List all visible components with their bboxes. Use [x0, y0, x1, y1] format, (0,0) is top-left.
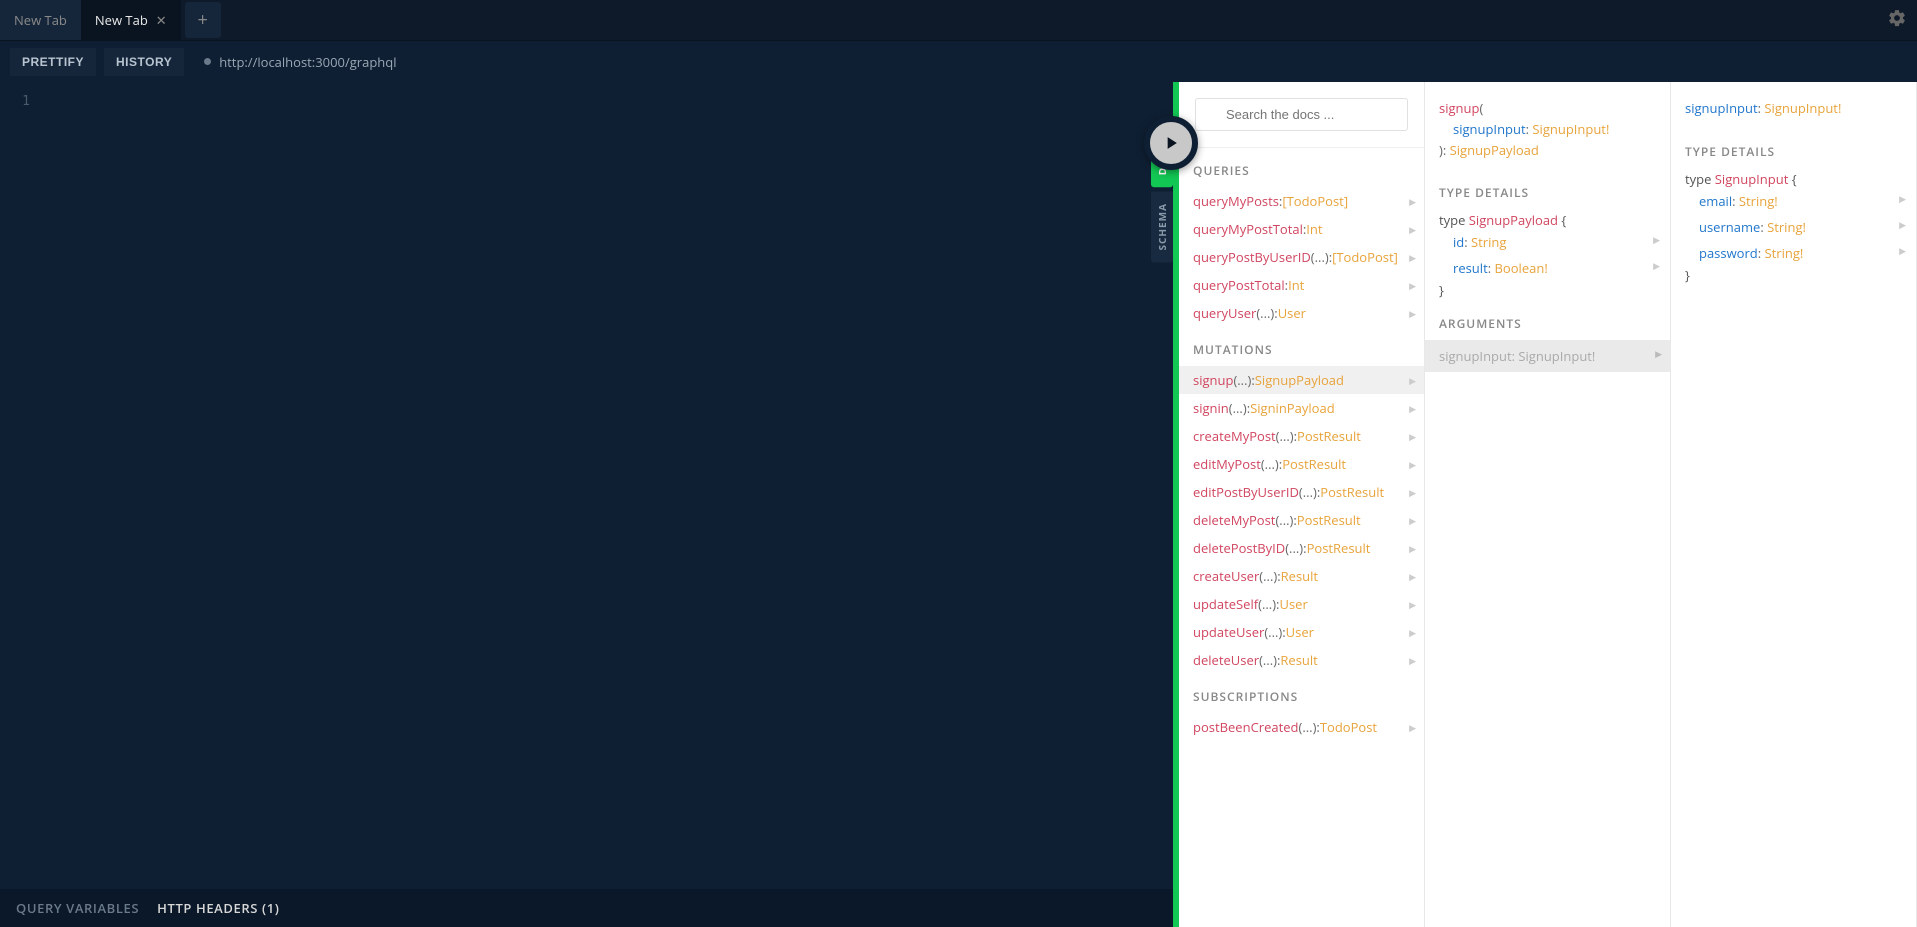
- mutation-row[interactable]: signin(...): SigninPayload▶: [1179, 394, 1424, 422]
- docs-column-root: QUERIES queryMyPosts: [TodoPost]▶queryMy…: [1179, 82, 1425, 927]
- chevron-right-icon: ▶: [1409, 514, 1416, 527]
- history-button[interactable]: HISTORY: [104, 48, 184, 76]
- chevron-right-icon: ▶: [1409, 223, 1416, 236]
- query-row[interactable]: queryPostByUserID(...): [TodoPost]▶: [1179, 243, 1424, 271]
- tab-active[interactable]: New Tab ✕: [81, 0, 181, 40]
- query-row[interactable]: queryUser(...): User▶: [1179, 299, 1424, 327]
- chevron-right-icon: ▶: [1899, 218, 1906, 231]
- chevron-right-icon: ▶: [1899, 192, 1906, 205]
- type-definition: type SignupPayload { id: String▶result: …: [1425, 209, 1670, 301]
- play-icon: [1161, 133, 1181, 153]
- search-input[interactable]: [1195, 98, 1408, 131]
- section-subscriptions: SUBSCRIPTIONS: [1179, 674, 1424, 713]
- code-area[interactable]: [40, 82, 1173, 889]
- query-row[interactable]: queryPostTotal: Int▶: [1179, 271, 1424, 299]
- docs-column-detail: signup( signupInput: SignupInput! ): Sig…: [1425, 82, 1671, 927]
- chevron-right-icon: ▶: [1653, 259, 1660, 272]
- argument-row-selected[interactable]: signupInput: SignupInput! ▶: [1425, 340, 1670, 372]
- mutation-row[interactable]: deleteUser(...): Result▶: [1179, 646, 1424, 674]
- endpoint-url: http://localhost:3000/graphql: [219, 53, 396, 71]
- mutation-row[interactable]: editPostByUserID(...): PostResult▶: [1179, 478, 1424, 506]
- query-row[interactable]: queryMyPosts: [TodoPost]▶: [1179, 187, 1424, 215]
- chevron-right-icon: ▶: [1409, 654, 1416, 667]
- query-row[interactable]: queryMyPostTotal: Int▶: [1179, 215, 1424, 243]
- tab-http-headers[interactable]: HTTP HEADERS (1): [157, 899, 279, 917]
- tab-schema[interactable]: SCHEMA: [1151, 191, 1173, 262]
- status-dot-icon: [204, 58, 211, 65]
- chevron-right-icon: ▶: [1409, 626, 1416, 639]
- mutation-row[interactable]: createUser(...): Result▶: [1179, 562, 1424, 590]
- field-row[interactable]: id: String▶: [1439, 229, 1656, 255]
- type-header: signupInput: SignupInput!: [1671, 82, 1916, 129]
- chevron-right-icon: ▶: [1899, 244, 1906, 257]
- query-editor: 1 QUERY VARIABLES HTTP HEADERS (1): [0, 82, 1173, 927]
- chevron-right-icon: ▶: [1655, 347, 1662, 360]
- chevron-right-icon: ▶: [1409, 374, 1416, 387]
- prettify-button[interactable]: PRETTIFY: [10, 48, 96, 76]
- chevron-right-icon: ▶: [1409, 402, 1416, 415]
- type-definition-2: type SignupInput { email: String!▶userna…: [1671, 168, 1916, 286]
- field-row[interactable]: email: String!▶: [1685, 188, 1902, 214]
- mutation-row[interactable]: updateSelf(...): User▶: [1179, 590, 1424, 618]
- line-gutter: 1: [0, 82, 40, 889]
- mutation-row[interactable]: editMyPost(...): PostResult▶: [1179, 450, 1424, 478]
- subscription-row[interactable]: postBeenCreated(...): TodoPost▶: [1179, 713, 1424, 741]
- toolbar: PRETTIFY HISTORY http://localhost:3000/g…: [0, 40, 1917, 82]
- field-row[interactable]: password: String!▶: [1685, 240, 1902, 266]
- chevron-right-icon: ▶: [1409, 430, 1416, 443]
- endpoint-input[interactable]: http://localhost:3000/graphql: [192, 53, 1907, 71]
- editor-footer: QUERY VARIABLES HTTP HEADERS (1): [0, 889, 1173, 927]
- tab-inactive[interactable]: New Tab: [0, 0, 81, 40]
- chevron-right-icon: ▶: [1409, 721, 1416, 734]
- mutation-row[interactable]: deletePostByID(...): PostResult▶: [1179, 534, 1424, 562]
- mutation-row[interactable]: updateUser(...): User▶: [1179, 618, 1424, 646]
- close-icon[interactable]: ✕: [156, 11, 167, 29]
- chevron-right-icon: ▶: [1409, 195, 1416, 208]
- add-tab-button[interactable]: +: [185, 2, 221, 38]
- docs-divider[interactable]: DOCS SCHEMA: [1173, 82, 1179, 927]
- section-type-details: TYPE DETAILS: [1425, 170, 1670, 209]
- gear-icon: [1887, 8, 1907, 28]
- docs-column-type: signupInput: SignupInput! TYPE DETAILS t…: [1671, 82, 1917, 927]
- settings-button[interactable]: [1887, 8, 1907, 33]
- chevron-right-icon: ▶: [1409, 307, 1416, 320]
- section-queries: QUERIES: [1179, 148, 1424, 187]
- signature: signup( signupInput: SignupInput! ): Sig…: [1425, 82, 1670, 170]
- section-type-details-2: TYPE DETAILS: [1671, 129, 1916, 168]
- tab-label: New Tab: [14, 11, 67, 29]
- chevron-right-icon: ▶: [1409, 251, 1416, 264]
- docs-panel: QUERIES queryMyPosts: [TodoPost]▶queryMy…: [1179, 82, 1917, 927]
- mutation-row[interactable]: signup(...): SignupPayload▶: [1179, 366, 1424, 394]
- chevron-right-icon: ▶: [1409, 486, 1416, 499]
- chevron-right-icon: ▶: [1409, 458, 1416, 471]
- tab-query-variables[interactable]: QUERY VARIABLES: [16, 899, 139, 917]
- tabs-bar: New Tab New Tab ✕ +: [0, 0, 1917, 40]
- main: 1 QUERY VARIABLES HTTP HEADERS (1) DOCS …: [0, 82, 1917, 927]
- mutation-row[interactable]: deleteMyPost(...): PostResult▶: [1179, 506, 1424, 534]
- section-mutations: MUTATIONS: [1179, 327, 1424, 366]
- mutation-row[interactable]: createMyPost(...): PostResult▶: [1179, 422, 1424, 450]
- tab-label: New Tab: [95, 11, 148, 29]
- chevron-right-icon: ▶: [1409, 570, 1416, 583]
- field-row[interactable]: result: Boolean!▶: [1439, 255, 1656, 281]
- line-number: 1: [10, 94, 30, 109]
- field-row[interactable]: username: String!▶: [1685, 214, 1902, 240]
- chevron-right-icon: ▶: [1409, 598, 1416, 611]
- chevron-right-icon: ▶: [1409, 542, 1416, 555]
- chevron-right-icon: ▶: [1653, 233, 1660, 246]
- section-arguments: ARGUMENTS: [1425, 301, 1670, 340]
- execute-button[interactable]: [1144, 116, 1198, 170]
- chevron-right-icon: ▶: [1409, 279, 1416, 292]
